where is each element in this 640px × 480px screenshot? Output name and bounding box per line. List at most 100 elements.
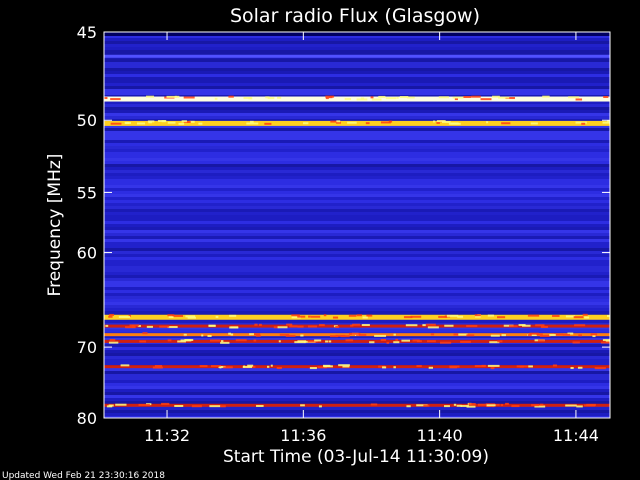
band-burst	[348, 314, 357, 317]
band-burst	[444, 324, 454, 327]
band-burst	[118, 315, 131, 318]
texture-row	[104, 68, 610, 71]
band-burst	[297, 315, 306, 318]
texture-row	[104, 194, 610, 197]
band-burst	[310, 315, 321, 318]
band-burst	[537, 339, 545, 342]
band-burst	[142, 332, 148, 335]
texture-row	[104, 104, 610, 107]
band-burst	[405, 324, 418, 327]
texture-row	[104, 134, 610, 137]
band-burst	[466, 334, 475, 337]
band-burst	[474, 365, 486, 368]
band-burst	[460, 340, 471, 343]
band-burst	[438, 96, 449, 99]
band-burst	[581, 122, 586, 125]
band-burst	[215, 315, 219, 318]
band-burst	[393, 341, 400, 344]
band-burst	[146, 325, 153, 328]
band-burst	[439, 341, 452, 344]
band-burst	[522, 324, 531, 327]
band-burst	[265, 96, 270, 99]
texture-row	[104, 188, 610, 191]
band-burst	[286, 323, 293, 326]
band-burst	[441, 120, 451, 123]
spectrogram-chart: Solar radio Flux (Glasgow) 455055607080 …	[0, 0, 640, 480]
texture-row	[104, 143, 610, 146]
band-burst	[159, 120, 167, 123]
texture-row	[104, 164, 610, 167]
band-burst	[338, 364, 350, 367]
texture-row	[104, 359, 610, 362]
band-burst	[395, 338, 399, 341]
band-burst	[374, 334, 387, 337]
band-burst	[361, 324, 370, 327]
texture-row	[104, 374, 610, 377]
band-burst	[161, 402, 170, 405]
texture-row	[104, 212, 610, 215]
band-burst	[427, 326, 439, 329]
texture-row	[104, 308, 610, 311]
texture-row	[104, 89, 610, 92]
texture-row	[104, 281, 610, 284]
band-burst	[527, 314, 540, 317]
band-burst	[146, 95, 155, 98]
texture-row	[104, 107, 610, 110]
x-tick-label: 11:32	[144, 426, 190, 445]
texture-row	[104, 152, 610, 155]
band-burst	[348, 332, 361, 335]
texture-row	[104, 350, 610, 353]
band-burst	[308, 315, 311, 318]
texture-row	[104, 284, 610, 287]
band-burst	[594, 367, 606, 370]
band-burst	[487, 314, 494, 317]
band-burst	[152, 366, 163, 369]
band-burst	[138, 403, 150, 406]
texture-row	[104, 287, 610, 290]
texture-row	[104, 92, 610, 95]
texture-row	[104, 197, 610, 200]
texture-row	[104, 272, 610, 275]
band-burst	[201, 334, 204, 337]
band-burst	[450, 122, 459, 125]
band-burst	[328, 340, 332, 343]
texture-row	[104, 371, 610, 374]
band-burst	[325, 97, 329, 100]
band-burst	[452, 96, 464, 99]
texture-row	[104, 65, 610, 68]
band-burst	[243, 96, 252, 99]
texture-row	[104, 167, 610, 170]
band-burst	[486, 121, 489, 124]
band-burst	[416, 365, 422, 368]
texture-row	[104, 236, 610, 239]
band-burst	[480, 98, 492, 101]
texture-row	[104, 266, 610, 269]
texture-row	[104, 224, 610, 227]
band-burst	[575, 98, 583, 101]
band-burst	[590, 333, 598, 336]
band-burst	[432, 120, 436, 123]
band-burst	[573, 316, 584, 319]
band-burst	[335, 325, 340, 328]
band-burst	[108, 341, 119, 344]
band-burst	[542, 95, 550, 98]
texture-row	[104, 269, 610, 272]
band-burst	[168, 316, 174, 319]
band-burst	[191, 405, 202, 408]
texture-row	[104, 344, 610, 347]
texture-row	[104, 389, 610, 392]
band-burst	[229, 314, 237, 317]
band-burst	[436, 121, 440, 124]
band-burst	[347, 121, 357, 124]
band-burst	[110, 122, 122, 125]
band-burst	[120, 364, 130, 367]
texture-row	[104, 47, 610, 50]
band-burst	[198, 122, 203, 125]
band-burst	[356, 98, 368, 101]
band-burst	[115, 403, 127, 406]
band-burst	[529, 332, 539, 335]
texture-row	[104, 140, 610, 143]
texture-row	[104, 377, 610, 380]
band-burst	[497, 316, 506, 319]
band-burst	[371, 98, 382, 101]
